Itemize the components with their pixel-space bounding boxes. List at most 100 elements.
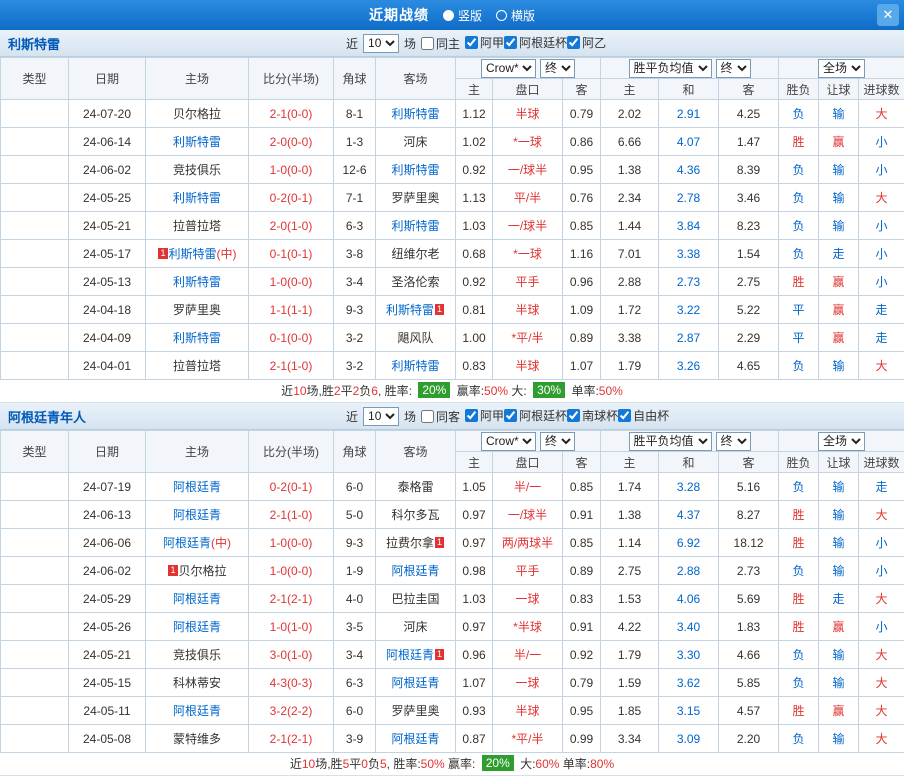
away-team-cell: 河床 [375, 127, 456, 156]
odds-company-select[interactable]: Crow* [481, 58, 537, 78]
avg-away-cell: 5.16 [718, 472, 780, 501]
scope-select[interactable]: 全场 [818, 431, 866, 451]
corner-cell: 3-8 [333, 239, 376, 268]
league-filter-input[interactable] [465, 36, 479, 49]
section-header: 利斯特雷 近 10 场 同主 阿甲 阿根廷杯 阿乙 [0, 30, 904, 57]
goals-result-cell: 大 [858, 584, 904, 613]
home-odds-cell: 0.92 [455, 155, 493, 184]
recent-count-select[interactable]: 10 [363, 406, 400, 426]
summary-text: 5 [379, 757, 387, 771]
league-filter-input[interactable] [618, 409, 632, 422]
close-button[interactable]: ✕ [877, 4, 899, 26]
team-name: 罗萨里奥 [172, 303, 221, 317]
home-odds-cell: 1.03 [455, 211, 493, 240]
avg-away-cell: 4.66 [718, 640, 780, 669]
summary-text: 平 [349, 757, 362, 771]
odds-company-select[interactable]: Crow* [481, 431, 537, 451]
corner-cell: 5-0 [333, 500, 376, 529]
handicap-result-cell: 走 [818, 239, 860, 268]
avg-away-cell: 1.83 [718, 612, 780, 641]
corner-cell: 3-9 [333, 724, 376, 753]
result-cell: 胜 [778, 528, 820, 557]
home-team-cell: 阿根廷青 [145, 500, 249, 529]
match-row: 南球杯 24-05-15 科林蒂安 4-3(0-3) 6-3 阿根廷青 1.07 一球 0.79… [0, 668, 904, 697]
league-filter-checkbox[interactable]: 阿甲 [465, 407, 504, 424]
avg-home-cell: 1.59 [600, 668, 660, 697]
corner-cell: 4-0 [333, 584, 376, 613]
recent-count-select[interactable]: 10 [363, 33, 400, 53]
league-filter-input[interactable] [465, 409, 479, 422]
match-row: 阿甲 24-04-09 利斯特雷 0-1(0-0) 3-2 飓风队 1.00 *平/半 0.89… [0, 323, 904, 352]
league-filter-input[interactable] [504, 409, 518, 422]
summary-text: 60% [535, 757, 560, 771]
away-team-cell: 纽维尔老 [375, 239, 456, 268]
league-filter-checkbox[interactable]: 阿甲 [465, 34, 504, 51]
team-name: 罗萨里奥 [391, 704, 440, 718]
avg-home-cell: 1.74 [600, 472, 660, 501]
league-cell: 阿甲 [0, 351, 69, 380]
odds-state-select[interactable]: 终 [540, 431, 576, 451]
team-name: 阿根廷青 [162, 536, 211, 550]
match-row: 南球杯 24-05-08 蒙特维多 2-1(2-1) 3-9 阿根廷青 0.87 *平/半 0.… [0, 724, 904, 753]
summary-text: 平 [340, 384, 353, 398]
team-name: 阿根廷青 [391, 564, 440, 578]
same-venue-input[interactable] [421, 409, 435, 423]
avg-type-select[interactable]: 胜平负均值 [628, 431, 712, 451]
handicap-cell: 一/球半 [492, 155, 563, 184]
away-team-cell: 飓风队 [375, 323, 456, 352]
avg-away-cell: 4.25 [718, 99, 780, 128]
avg-home-cell: 1.38 [600, 155, 660, 184]
score-cell: 2-0(1-0) [248, 211, 334, 240]
away-odds-cell: 1.07 [561, 351, 602, 380]
avg-state-select[interactable]: 终 [715, 58, 751, 78]
away-team-cell: 阿根廷青 1 [375, 640, 456, 669]
avg-home-cell: 2.75 [600, 556, 660, 585]
team-name: 利斯特雷 [172, 275, 221, 289]
handicap-result-cell: 输 [818, 528, 860, 557]
league-filter-checkbox[interactable]: 阿根廷杯 [504, 34, 567, 51]
date-cell: 24-05-21 [68, 211, 146, 240]
same-venue-input[interactable] [421, 36, 435, 50]
home-odds-cell: 1.00 [455, 323, 493, 352]
league-filter-input[interactable] [567, 409, 581, 422]
odds-state-select[interactable]: 终 [540, 58, 576, 78]
corner-cell: 8-1 [333, 99, 376, 128]
avg-type-select[interactable]: 胜平负均值 [628, 58, 712, 78]
subcol-away-odds: 客 [561, 78, 602, 100]
goals-result-cell: 大 [858, 500, 904, 529]
league-filter-checkbox[interactable]: 阿乙 [567, 34, 606, 51]
league-filter-checkbox[interactable]: 自由杯 [618, 407, 669, 424]
team-name: 阿根廷青 [172, 480, 221, 494]
result-cell: 胜 [778, 267, 820, 296]
league-filter-input[interactable] [504, 36, 518, 49]
subcol-result: 胜负 [778, 78, 820, 100]
league-filter-input[interactable] [567, 36, 581, 49]
away-odds-cell: 0.85 [561, 528, 602, 557]
subcol-avg-away: 客 [718, 451, 780, 473]
layout-radio-vertical[interactable]: 竖版 [442, 7, 482, 24]
avg-draw-cell: 3.26 [658, 351, 720, 380]
avg-away-cell: 2.20 [718, 724, 780, 753]
avg-away-cell: 4.57 [718, 696, 780, 725]
games-label: 场 [404, 36, 417, 51]
team-name: 科林蒂安 [172, 676, 221, 690]
league-filter-checkbox[interactable]: 阿根廷杯 [504, 407, 567, 424]
handicap-result-cell: 输 [818, 500, 860, 529]
score-cell: 1-1(1-1) [248, 295, 334, 324]
scope-select[interactable]: 全场 [818, 58, 866, 78]
league-filter-checkbox[interactable]: 南球杯 [567, 407, 618, 424]
team-name: 河床 [403, 620, 428, 634]
avg-state-select[interactable]: 终 [715, 431, 751, 451]
layout-radio-horizontal[interactable]: 横版 [496, 7, 535, 24]
date-cell: 24-04-01 [68, 351, 146, 380]
summary-text: 单率: [559, 757, 591, 771]
avg-draw-cell: 4.37 [658, 500, 720, 529]
score-cell: 1-0(1-0) [248, 612, 334, 641]
handicap-cell: *半球 [492, 612, 563, 641]
result-cell: 胜 [778, 127, 820, 156]
same-venue-checkbox[interactable]: 同主 [421, 35, 460, 52]
match-row: 阿甲 24-07-20 贝尔格拉 2-1(0-0) 8-1 利斯特雷 1.12 半球 0.79 2… [0, 99, 904, 128]
same-venue-checkbox[interactable]: 同客 [421, 408, 460, 425]
home-team-cell: 利斯特雷 [145, 323, 249, 352]
score-cell: 2-0(0-0) [248, 127, 334, 156]
